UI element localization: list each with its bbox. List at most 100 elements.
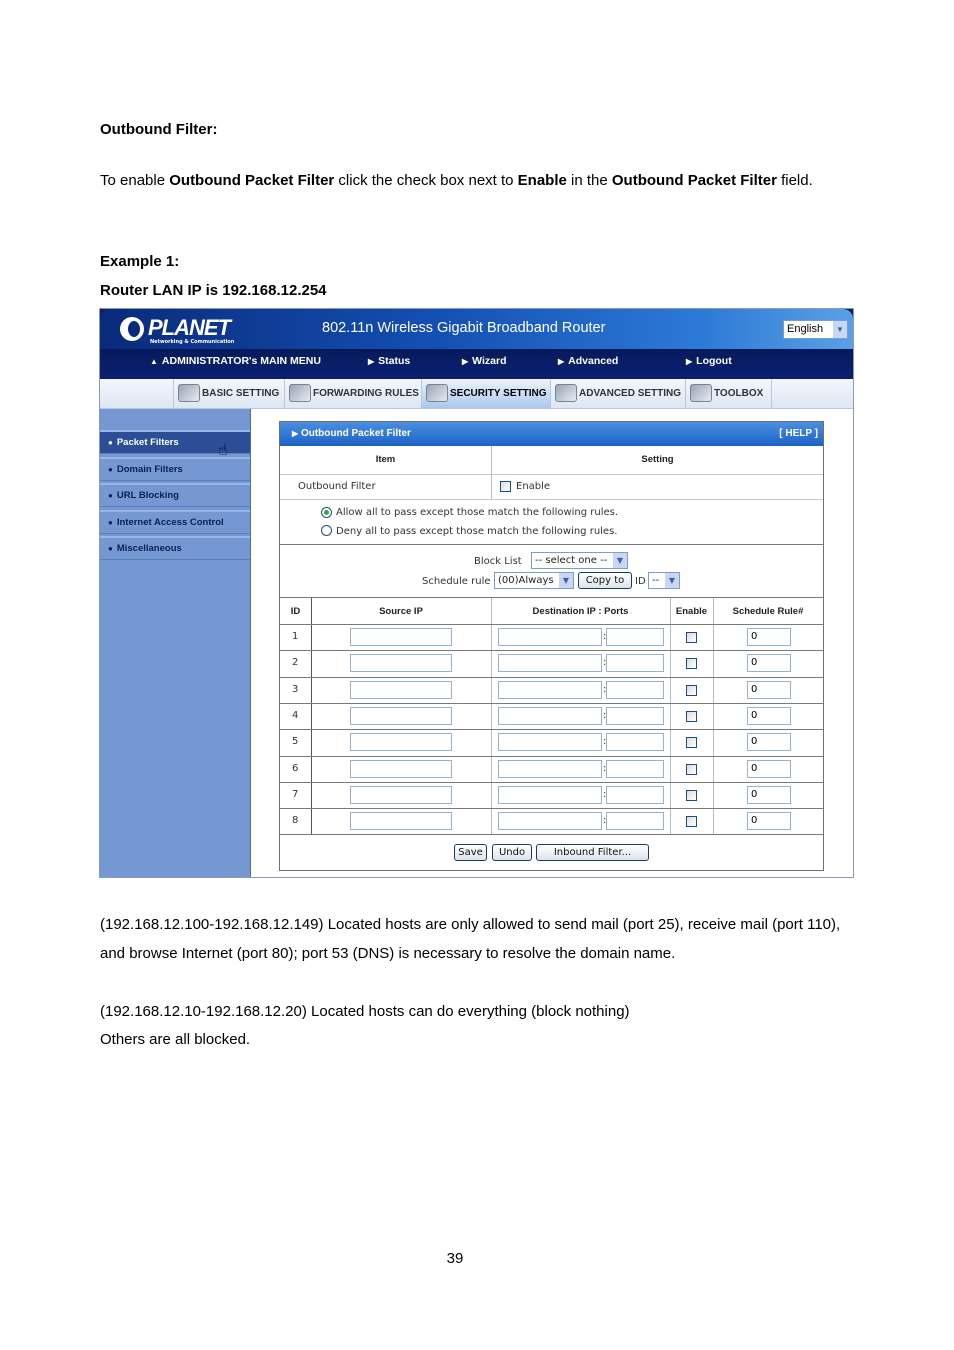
row-id: 2 xyxy=(292,657,299,669)
ports-input[interactable] xyxy=(606,733,664,752)
rule-enable-checkbox[interactable] xyxy=(686,684,697,696)
sidebar-item-url-blocking[interactable]: ● URL Blocking xyxy=(100,483,250,507)
sidebar-item-domain-filters[interactable]: ● Domain Filters xyxy=(100,456,250,481)
chevron-down-icon: ▼ xyxy=(665,573,679,588)
source-ip-input[interactable] xyxy=(350,628,452,646)
example-label: Example 1: xyxy=(100,253,180,270)
intro-text-run: To enable xyxy=(100,172,170,189)
toolbox-icon xyxy=(690,384,712,403)
destination-ip-input[interactable] xyxy=(498,785,602,804)
main-menu-item-wizard[interactable]: ▶ Wizard xyxy=(462,355,506,367)
id-label: ID xyxy=(635,576,646,587)
source-ip-input[interactable] xyxy=(350,785,452,804)
ports-input[interactable] xyxy=(606,812,664,831)
destination-ip-input[interactable] xyxy=(498,680,602,699)
block-list-select[interactable]: -- select one -- ▼ xyxy=(531,552,628,569)
hand-cursor-icon: ☝ xyxy=(218,440,228,459)
id-select[interactable]: -- ▼ xyxy=(648,572,680,589)
allow-radio[interactable] xyxy=(321,507,332,518)
row-id: 6 xyxy=(292,762,299,774)
rule-enable-checkbox[interactable] xyxy=(686,789,697,801)
description-paragraph-2: (192.168.12.10-192.168.12.20) Located ho… xyxy=(100,1003,630,1020)
source-ip-input[interactable] xyxy=(350,759,452,778)
tab-advanced-setting[interactable]: ADVANCED SETTING xyxy=(551,379,686,408)
language-select[interactable]: English ▼ xyxy=(783,320,848,339)
help-link[interactable]: [ HELP ] xyxy=(779,422,818,446)
lan-ip-label: Router LAN IP is 192.168.12.254 xyxy=(100,282,327,299)
chevron-down-icon: ▼ xyxy=(559,573,573,588)
intro-paragraph: To enable Outbound Packet Filter click t… xyxy=(100,166,860,195)
rule-enable-checkbox[interactable] xyxy=(686,632,697,643)
forwarding-icon xyxy=(289,384,311,403)
destination-ip-input[interactable] xyxy=(498,628,602,646)
planet-logo: PLANET Networking & Communication xyxy=(120,315,234,345)
rule-enable-checkbox[interactable] xyxy=(686,763,697,775)
ports-input[interactable] xyxy=(606,628,664,646)
tab-security-setting[interactable]: SECURITY SETTING xyxy=(422,379,551,408)
main-menu-item-logout[interactable]: ▶ Logout xyxy=(686,355,732,367)
main-menu-item-status[interactable]: ▶ Status xyxy=(368,355,410,367)
destination-ip-input[interactable] xyxy=(498,759,602,778)
folder-icon xyxy=(178,384,200,403)
schedule-rule-input[interactable]: 0 xyxy=(747,785,791,804)
schedule-rule-input[interactable]: 0 xyxy=(747,759,791,778)
deny-radio[interactable] xyxy=(321,525,332,536)
ports-input[interactable] xyxy=(606,680,664,699)
product-title: 802.11n Wireless Gigabit Broadband Route… xyxy=(322,320,606,336)
rule-enable-checkbox[interactable] xyxy=(686,737,697,749)
copy-to-button[interactable]: Copy to xyxy=(578,572,632,589)
arrow-right-icon: ▶ xyxy=(558,357,565,366)
ports-input[interactable] xyxy=(606,654,664,673)
destination-ip-input[interactable] xyxy=(498,812,602,831)
rule-enable-checkbox[interactable] xyxy=(686,816,697,828)
schedule-rule-input[interactable]: 0 xyxy=(747,654,791,673)
main-menu-item-administrator-s-main-menu[interactable]: ▲ ADMINISTRATOR's MAIN MENU xyxy=(150,355,321,367)
bullet-icon: ● xyxy=(108,491,113,500)
col-item-header: Item xyxy=(375,454,396,465)
destination-ip-input[interactable] xyxy=(498,706,602,725)
sidebar-item-internet-access-control[interactable]: ● Internet Access Control xyxy=(100,509,250,534)
page-number: 39 xyxy=(446,1250,464,1267)
rule-enable-checkbox[interactable] xyxy=(686,710,697,722)
table-header-source-ip: Source IP xyxy=(379,606,423,617)
table-header-destination-ip-ports: Destination IP : Ports xyxy=(532,606,629,617)
row-id: 4 xyxy=(292,709,299,721)
description-paragraph-1: (192.168.12.100-192.168.12.149) Located … xyxy=(100,916,841,962)
source-ip-input[interactable] xyxy=(350,680,452,699)
tab-forwarding-rules[interactable]: FORWARDING RULES xyxy=(285,379,422,408)
destination-ip-input[interactable] xyxy=(498,733,602,752)
source-ip-input[interactable] xyxy=(350,706,452,725)
router-ui: PLANET Networking & Communication 802.11… xyxy=(99,308,854,878)
block-list-label: Block List xyxy=(474,556,522,567)
schedule-rule-input[interactable]: 0 xyxy=(747,733,791,752)
source-ip-input[interactable] xyxy=(350,733,452,752)
description-paragraph-3: Others are all blocked. xyxy=(100,1031,251,1048)
destination-ip-input[interactable] xyxy=(498,654,602,673)
inbound-filter-button[interactable]: Inbound Filter... xyxy=(536,844,649,861)
schedule-rule-input[interactable]: 0 xyxy=(747,812,791,831)
schedule-rule-input[interactable]: 0 xyxy=(747,680,791,699)
schedule-rule-input[interactable]: 0 xyxy=(747,706,791,725)
schedule-rule-select[interactable]: (00)Always ▼ xyxy=(494,572,574,589)
save-button[interactable]: Save xyxy=(454,844,487,861)
intro-text-run: click the check box next to xyxy=(334,172,518,189)
enable-checkbox[interactable] xyxy=(500,481,511,492)
source-ip-input[interactable] xyxy=(350,654,452,673)
row-id: 3 xyxy=(292,683,299,695)
undo-button[interactable]: Undo xyxy=(492,844,532,861)
row-id: 8 xyxy=(292,815,299,827)
rule-enable-checkbox[interactable] xyxy=(686,658,697,670)
ports-input[interactable] xyxy=(606,785,664,804)
ports-input[interactable] xyxy=(606,759,664,778)
arrow-right-icon: ▶ xyxy=(368,357,375,366)
ports-input[interactable] xyxy=(606,706,664,725)
schedule-rule-input[interactable]: 0 xyxy=(747,628,791,646)
enable-label: Enable xyxy=(516,481,551,492)
tab-basic-setting[interactable]: BASIC SETTING xyxy=(173,379,285,408)
tab-bar: BASIC SETTING FORWARDING RULES SECURITY SE… xyxy=(100,379,853,409)
tab-toolbox[interactable]: TOOLBOX xyxy=(686,379,772,408)
main-menu-item-advanced[interactable]: ▶ Advanced xyxy=(558,355,618,367)
deny-radio-label: Deny all to pass except those match the … xyxy=(336,526,618,537)
sidebar-item-miscellaneous[interactable]: ● Miscellaneous xyxy=(100,536,250,560)
source-ip-input[interactable] xyxy=(350,812,452,831)
